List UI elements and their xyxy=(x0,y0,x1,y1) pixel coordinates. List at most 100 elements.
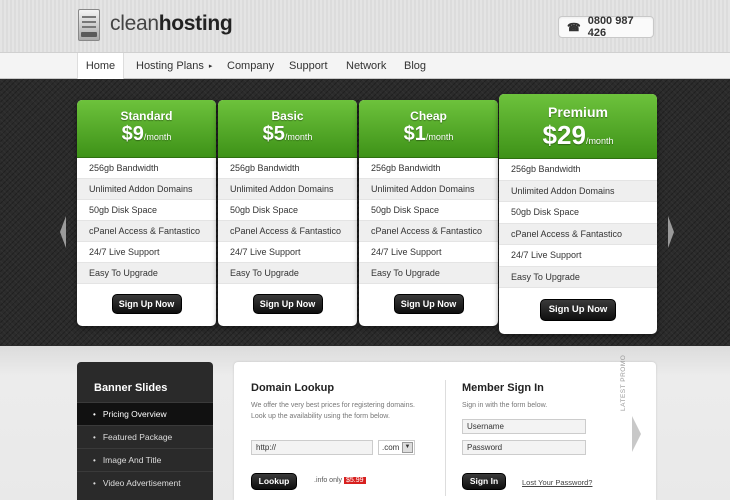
nav-company[interactable]: Company xyxy=(227,53,274,79)
banner-item-label: Pricing Overview xyxy=(102,409,167,419)
phone-icon: ☎ xyxy=(567,21,581,34)
lookup-signin-panel: Domain Lookup We offer the very best pri… xyxy=(234,362,656,500)
panel-divider xyxy=(445,380,446,496)
chevron-left-icon[interactable] xyxy=(60,216,66,248)
latest-promo-label: LATEST PROMO xyxy=(620,354,627,411)
password-field[interactable]: Password xyxy=(462,440,586,455)
plan-header: Cheap $1/month xyxy=(359,100,498,158)
bullet-icon: • xyxy=(93,456,96,465)
feature-support: 24/7 Live Support xyxy=(218,242,357,263)
feature-upgrade: Easy To Upgrade xyxy=(359,263,498,284)
feature-bandwidth: 256gb Bandwidth xyxy=(359,158,498,179)
nav-company-label: Company xyxy=(227,60,275,72)
header: cleanhosting ☎ 0800 987 426 xyxy=(0,0,730,52)
logo-light-text: clean xyxy=(110,12,159,35)
price-value: 29 xyxy=(557,120,586,150)
price-period: /month xyxy=(425,132,454,142)
arrow-right-icon[interactable] xyxy=(632,416,641,452)
feature-bandwidth: 256gb Bandwidth xyxy=(77,158,216,179)
price-currency: $ xyxy=(262,123,274,145)
feature-upgrade: Easy To Upgrade xyxy=(499,266,657,288)
sign-up-button[interactable]: Sign Up Now xyxy=(393,294,464,314)
sign-up-button[interactable]: Sign Up Now xyxy=(252,294,323,314)
feature-disk-space: 50gb Disk Space xyxy=(499,202,657,224)
domain-lookup-desc-line1: We offer the very best prices for regist… xyxy=(251,402,415,409)
nav-support[interactable]: Support xyxy=(289,53,328,79)
plan-card-cheap: Cheap $1/month 256gb Bandwidth Unlimited… xyxy=(359,100,498,326)
logo[interactable]: cleanhosting xyxy=(110,12,233,36)
price-value: 5 xyxy=(273,123,285,145)
domain-lookup-desc: We offer the very best prices for regist… xyxy=(251,400,415,422)
chevron-right-icon: ▸ xyxy=(208,63,213,70)
banner-item-featured-package[interactable]: • Featured Package xyxy=(77,425,213,448)
sign-in-button[interactable]: Sign In xyxy=(462,473,506,490)
nav-hosting-plans[interactable]: Hosting Plans ▸ xyxy=(136,53,212,79)
feature-addon-domains: Unlimited Addon Domains xyxy=(359,179,498,200)
tld-value: .com xyxy=(382,443,400,452)
nav-blog-label: Blog xyxy=(404,60,427,72)
promo-text: .info only xyxy=(314,477,343,484)
domain-lookup-desc-line2: Look up the availability using the form … xyxy=(251,413,390,420)
nav-support-label: Support xyxy=(289,60,328,72)
feature-disk-space: 50gb Disk Space xyxy=(359,200,498,221)
feature-bandwidth: 256gb Bandwidth xyxy=(499,159,657,181)
tld-select[interactable]: .com ▼ xyxy=(378,440,415,455)
banner-item-label: Video Advertisement xyxy=(102,478,181,488)
feature-disk-space: 50gb Disk Space xyxy=(218,200,357,221)
plan-footer: Sign Up Now xyxy=(77,284,216,314)
price-period: /month xyxy=(585,136,614,146)
banner-item-pricing-overview[interactable]: • Pricing Overview xyxy=(77,402,213,425)
nav-blog[interactable]: Blog xyxy=(404,53,426,79)
bullet-icon: • xyxy=(93,479,96,488)
plan-name: Basic xyxy=(271,109,304,123)
sign-up-button[interactable]: Sign Up Now xyxy=(111,294,182,314)
feature-support: 24/7 Live Support xyxy=(77,242,216,263)
plan-name: Cheap xyxy=(410,109,447,123)
lookup-button[interactable]: Lookup xyxy=(251,473,297,490)
feature-cpanel: cPanel Access & Fantastico xyxy=(359,221,498,242)
feature-disk-space: 50gb Disk Space xyxy=(77,200,216,221)
phone-number: 0800 987 426 xyxy=(587,15,634,39)
banner-item-image-and-title[interactable]: • Image And Title xyxy=(77,448,213,471)
price-value: 9 xyxy=(132,123,144,145)
lost-password-link[interactable]: Lost Your Password? xyxy=(522,478,592,487)
plan-price: $29/month xyxy=(499,120,657,151)
nav-home[interactable]: Home xyxy=(77,53,124,79)
feature-addon-domains: Unlimited Addon Domains xyxy=(218,179,357,200)
feature-cpanel: cPanel Access & Fantastico xyxy=(218,221,357,242)
chevron-down-icon: ▼ xyxy=(402,442,413,453)
logo-bold-text: hosting xyxy=(158,12,233,35)
price-period: /month xyxy=(284,132,313,142)
price-amount: $9 xyxy=(122,123,144,145)
feature-bandwidth: 256gb Bandwidth xyxy=(218,158,357,179)
domain-lookup-title: Domain Lookup xyxy=(251,382,335,394)
plan-card-premium: Premium $29/month 256gb Bandwidth Unlimi… xyxy=(499,94,657,334)
bullet-icon: • xyxy=(93,410,96,419)
domain-promo: .info only $5.99 xyxy=(314,477,366,484)
banner-slides-menu: Banner Slides • Pricing Overview • Feature… xyxy=(77,362,213,500)
banner-item-label: Featured Package xyxy=(102,432,173,442)
plan-price: $5/month xyxy=(218,123,357,146)
feature-support: 24/7 Live Support xyxy=(359,242,498,263)
price-amount: $5 xyxy=(263,123,285,145)
sign-up-button[interactable]: Sign Up Now xyxy=(540,299,616,321)
banner-title: Banner Slides xyxy=(94,382,168,394)
banner-item-video-advertisement[interactable]: • Video Advertisement xyxy=(77,471,213,494)
chevron-right-icon[interactable] xyxy=(668,216,674,248)
bullet-icon: • xyxy=(93,433,96,442)
price-period: /month xyxy=(143,132,172,142)
username-field[interactable]: Username xyxy=(462,419,586,434)
plan-name: Premium xyxy=(548,104,608,120)
price-value: 1 xyxy=(414,123,426,145)
server-icon xyxy=(78,9,100,41)
nav-network[interactable]: Network xyxy=(346,53,386,79)
price-amount: $1 xyxy=(404,123,426,145)
phone-box: ☎ 0800 987 426 xyxy=(558,15,654,39)
plan-name: Standard xyxy=(120,109,173,123)
domain-input[interactable]: http:// xyxy=(251,440,373,455)
plan-price: $1/month xyxy=(359,123,498,146)
feature-cpanel: cPanel Access & Fantastico xyxy=(499,223,657,245)
plan-header: Premium $29/month xyxy=(499,94,657,159)
plan-card-standard: Standard $9/month 256gb Bandwidth Unlimi… xyxy=(77,100,216,326)
promo-price: $5.99 xyxy=(343,477,366,484)
